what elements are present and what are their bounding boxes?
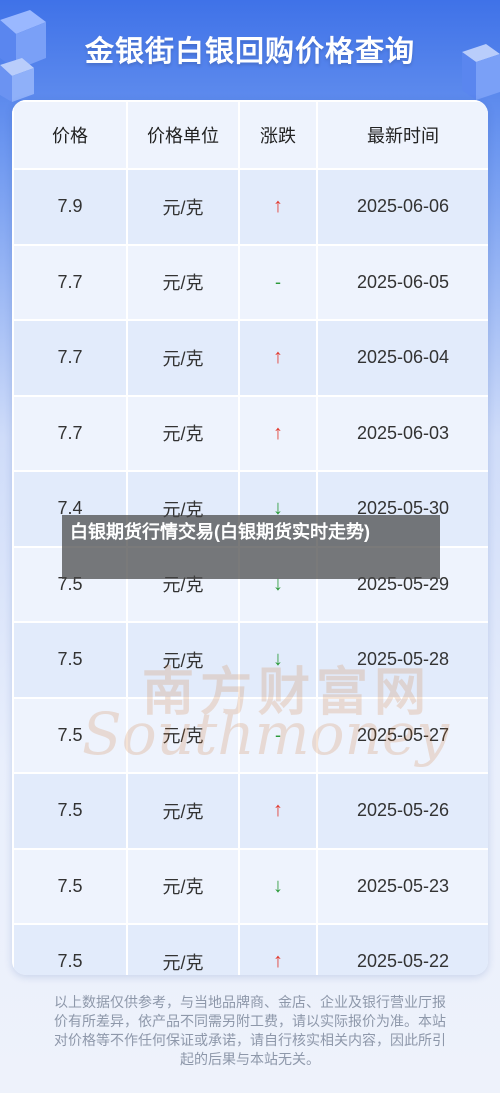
cell-date: 2025-05-28 <box>316 621 488 699</box>
column-header-unit: 价格单位 <box>126 100 240 170</box>
cell-trend-up-arrow-icon: ↑ <box>238 394 318 472</box>
cell-unit: 元/克 <box>126 696 240 774</box>
cell-price-text: 7.7 <box>57 347 83 368</box>
cell-price-text: 7.7 <box>57 271 83 292</box>
table-row: 7.9 元/克 ↑ 2025-06-06 <box>12 168 488 246</box>
cell-trend-up-arrow-icon: ↑ <box>238 319 318 397</box>
cell-date: 2025-05-26 <box>316 772 488 850</box>
table-row: 7.7 元/克 ↑ 2025-06-04 <box>12 319 488 397</box>
cell-date-text: 2025-05-27 <box>356 724 450 745</box>
article-title-overlay: 白银期货行情交易(白银期货实时走势) <box>62 515 440 579</box>
table-row: 7.5 元/克 ↓ 2025-05-23 <box>12 847 488 925</box>
table-row: 7.5 元/克 ↓ 2025-05-28 <box>12 621 488 699</box>
cell-trend-up-arrow-icon-text: ↑ <box>273 346 283 369</box>
cell-unit-text: 元/克 <box>162 348 204 369</box>
cell-unit-text: 元/克 <box>162 726 204 747</box>
cell-date: 2025-06-05 <box>316 243 488 321</box>
page-title: 金银街白银回购价格查询 <box>84 36 415 68</box>
cell-unit: 元/克 <box>126 621 240 699</box>
table-header-row: 价格 价格单位 涨跌 最新时间 <box>12 100 488 170</box>
cell-unit-text: 元/克 <box>162 877 204 898</box>
cell-date-text: 2025-05-22 <box>356 951 450 972</box>
table-row: 7.5 元/克 ↑ 2025-05-22 <box>12 923 488 975</box>
cell-unit-text: 元/克 <box>162 952 204 973</box>
cell-unit: 元/克 <box>126 772 240 850</box>
cell-date-text: 2025-05-26 <box>356 800 450 821</box>
cell-price: 7.5 <box>12 696 128 774</box>
table-row: 7.7 元/克 ↑ 2025-06-03 <box>12 394 488 472</box>
cell-trend-up-arrow-icon-text: ↑ <box>273 799 283 822</box>
cell-unit: 元/克 <box>126 394 240 472</box>
cell-price-text: 7.7 <box>57 422 83 443</box>
column-header-time: 最新时间 <box>316 100 488 170</box>
cell-date-text: 2025-06-04 <box>356 347 450 368</box>
cell-date: 2025-06-03 <box>316 394 488 472</box>
cell-trend-up-arrow-icon: ↑ <box>238 923 318 975</box>
cell-date-text: 2025-06-03 <box>356 422 450 443</box>
cell-trend-up-arrow-icon: ↑ <box>238 772 318 850</box>
cell-unit-text: 元/克 <box>162 273 204 294</box>
cell-unit-text: 元/克 <box>162 424 204 445</box>
cell-price: 7.5 <box>12 847 128 925</box>
cell-unit: 元/克 <box>126 243 240 321</box>
cell-date: 2025-06-04 <box>316 319 488 397</box>
cell-price: 7.9 <box>12 168 128 246</box>
cell-price-text: 7.5 <box>57 951 83 972</box>
cell-unit-text: 元/克 <box>162 197 204 218</box>
cell-date-text: 2025-06-05 <box>356 271 450 292</box>
column-header-price: 价格 <box>12 100 128 170</box>
cell-trend-down-arrow-icon-text: ↓ <box>273 648 283 671</box>
cell-unit: 元/克 <box>126 847 240 925</box>
cell-price: 7.5 <box>12 923 128 975</box>
cell-price-text: 7.5 <box>57 649 83 670</box>
disclaimer-text: 以上数据仅供参考，与当地品牌商、金店、企业及银行营业厅报价有所差异，依产品不同需… <box>54 994 446 1067</box>
cell-trend-flat-dash-icon: - <box>238 696 318 774</box>
cell-price: 7.7 <box>12 319 128 397</box>
cell-price: 7.5 <box>12 621 128 699</box>
cell-unit: 元/克 <box>126 319 240 397</box>
cell-trend-down-arrow-icon: ↓ <box>238 847 318 925</box>
cell-price: 7.5 <box>12 772 128 850</box>
table-row: 7.5 元/克 - 2025-05-27 <box>12 696 488 774</box>
cell-unit: 元/克 <box>126 923 240 975</box>
cell-date: 2025-05-22 <box>316 923 488 975</box>
cell-date-text: 2025-05-28 <box>356 649 450 670</box>
cell-price: 7.7 <box>12 394 128 472</box>
cell-trend-up-arrow-icon-text: ↑ <box>273 950 283 973</box>
cell-trend-down-arrow-icon: ↓ <box>238 621 318 699</box>
cell-date-text: 2025-05-23 <box>356 875 450 896</box>
cell-price-text: 7.5 <box>57 800 83 821</box>
cell-trend-up-arrow-icon-text: ↑ <box>273 195 283 218</box>
table-row: 7.5 元/克 ↑ 2025-05-26 <box>12 772 488 850</box>
cell-trend-up-arrow-icon-text: ↑ <box>273 421 283 444</box>
cell-price-text: 7.9 <box>57 196 83 217</box>
cell-date-text: 2025-06-06 <box>356 196 450 217</box>
cell-trend-flat-dash-icon-text: - <box>275 724 281 745</box>
cell-date: 2025-05-27 <box>316 696 488 774</box>
cell-unit-text: 元/克 <box>162 650 204 671</box>
cell-price-text: 7.5 <box>57 875 83 896</box>
cell-price: 7.7 <box>12 243 128 321</box>
cell-price-text: 7.5 <box>57 724 83 745</box>
cell-trend-flat-dash-icon-text: - <box>275 271 281 292</box>
table-row: 7.7 元/克 - 2025-06-05 <box>12 243 488 321</box>
cell-trend-up-arrow-icon: ↑ <box>238 168 318 246</box>
cell-trend-flat-dash-icon: - <box>238 243 318 321</box>
cell-date: 2025-06-06 <box>316 168 488 246</box>
column-header-change: 涨跌 <box>238 100 318 170</box>
cell-unit-text: 元/克 <box>162 801 204 822</box>
cell-date: 2025-05-23 <box>316 847 488 925</box>
cell-unit: 元/克 <box>126 168 240 246</box>
cell-trend-down-arrow-icon-text: ↓ <box>273 874 283 897</box>
